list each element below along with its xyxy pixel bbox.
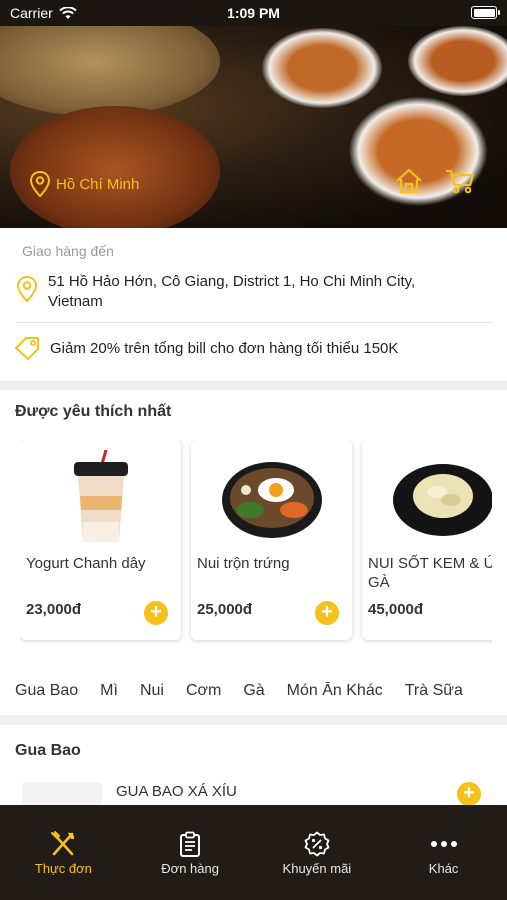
product-name: Nui trộn trứng [197,555,290,572]
battery-icon [471,6,500,19]
location-pin-icon [16,276,38,302]
product-card[interactable]: NUI SỐT KEM & ỨC GÀ 45,000đ + [362,440,492,640]
product-image [362,448,492,548]
tab-menu[interactable]: Thực đơn [0,805,127,900]
category-tab[interactable]: Mì [100,682,118,699]
hero-banner: Hồ Chí Minh [0,26,507,228]
category-tab[interactable]: Gà [243,682,264,699]
promo-text: Giảm 20% trên tổng bill cho đơn hàng tối… [50,339,399,357]
cart-icon[interactable] [445,168,475,194]
tab-label: Đơn hàng [161,861,219,876]
product-price: 45,000đ [368,601,424,618]
status-time: 1:09 PM [227,5,280,21]
favorites-title: Được yêu thích nhất [15,403,172,420]
product-card[interactable]: Yogurt Chanh dây 23,000đ + [20,440,181,640]
tab-bar: Thực đơn Đơn hàng Khuyến mãi Khác [0,805,507,900]
add-to-cart-button[interactable]: + [144,601,168,625]
delivery-address-row[interactable]: 51 Hồ Hảo Hớn, Cô Giang, District 1, Ho … [16,272,436,312]
favorites-carousel[interactable]: Yogurt Chanh dây 23,000đ + Nui trộn trứn… [20,440,492,645]
category-tabs: Gua Bao Mì Nui Cơm Gà Món Ăn Khác Trà Sữa [15,682,507,700]
product-image [20,448,181,548]
tab-more[interactable]: Khác [380,805,507,900]
food-bowl-image [262,28,382,108]
delivery-address: 51 Hồ Hảo Hớn, Cô Giang, District 1, Ho … [48,273,416,310]
delivery-label: Giao hàng đến [22,243,114,259]
category-tab[interactable]: Cơm [186,682,221,699]
hero-actions [395,168,475,194]
favorites-section: Được yêu thích nhất Yogurt Chanh dây 23,… [0,390,507,715]
tab-label: Thực đơn [34,861,92,876]
tag-icon [15,337,39,360]
category-tab[interactable]: Nui [140,682,164,699]
tab-label: Khuyến mãi [282,861,352,876]
tab-promotions[interactable]: Khuyến mãi [254,805,381,900]
category-tab[interactable]: Trà Sữa [405,682,463,699]
category-tab[interactable]: Gua Bao [15,682,78,699]
menu-section: Gua Bao GUA BAO XÁ XÍU + [0,725,507,805]
add-to-cart-button[interactable]: + [457,782,481,805]
category-tab[interactable]: Món Ăn Khác [287,682,383,699]
location-label: Hồ Chí Minh [56,175,140,193]
menu-item-name[interactable]: GUA BAO XÁ XÍU [116,783,237,800]
percent-badge-icon [304,831,330,857]
section-title: Gua Bao [15,742,81,759]
add-to-cart-button[interactable]: + [315,601,339,625]
product-name: NUI SỐT KEM & ỨC GÀ [368,555,492,591]
menu-item-image [22,782,102,805]
more-dots-icon [430,841,457,847]
divider [16,322,493,323]
home-icon[interactable] [395,168,423,194]
product-name: Yogurt Chanh dây [26,555,146,572]
tab-label: Khác [428,861,459,876]
fork-knife-icon [51,831,75,856]
location-pin-icon [30,171,50,197]
delivery-card: Giao hàng đến 51 Hồ Hảo Hớn, Cô Giang, D… [0,228,507,381]
promo-row[interactable]: Giảm 20% trên tổng bill cho đơn hàng tối… [14,336,398,360]
food-bowl-image [408,26,507,96]
food-plate-image [0,26,220,116]
product-price: 25,000đ [197,601,253,618]
product-card[interactable]: Nui trộn trứng 25,000đ + [191,440,352,640]
tab-orders[interactable]: Đơn hàng [127,805,254,900]
food-plate-image [10,106,220,228]
location-selector[interactable]: Hồ Chí Minh [30,171,139,197]
status-bar: Carrier 1:09 PM [0,0,507,26]
clipboard-icon [180,831,201,857]
product-image [191,448,352,548]
product-price: 23,000đ [26,601,82,618]
